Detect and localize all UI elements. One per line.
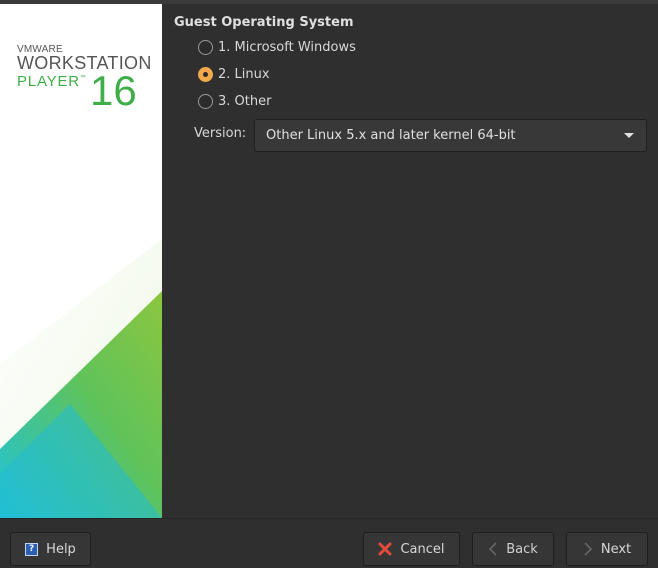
help-button[interactable]: ? Help	[10, 532, 91, 566]
radio-label: 2. Linux	[218, 66, 270, 82]
chevron-right-icon	[583, 542, 593, 556]
cancel-button[interactable]: Cancel	[363, 532, 460, 566]
bottom-button-bar: ? Help Cancel Back Next	[0, 518, 658, 568]
cancel-x-icon	[378, 542, 392, 556]
cancel-button-label: Cancel	[400, 541, 445, 557]
vmware-banner: VMWARE WORKSTATION PLAYER™ 16	[0, 4, 162, 518]
radio-label: 1. Microsoft Windows	[218, 39, 356, 55]
brand-player-label: PLAYER	[17, 73, 80, 90]
brand-version-number: 16	[90, 67, 137, 114]
radio-button[interactable]	[198, 39, 213, 55]
guest-os-panel: Guest Operating System 1. Microsoft Wind…	[162, 4, 658, 518]
version-label: Version:	[194, 126, 247, 141]
radio-option-linux[interactable]: 2. Linux	[198, 65, 270, 83]
radio-button[interactable]	[198, 93, 213, 109]
radio-button-selected[interactable]	[198, 66, 213, 82]
radio-label: 3. Other	[218, 93, 272, 109]
next-button-label: Next	[600, 541, 632, 557]
version-dropdown[interactable]: Other Linux 5.x and later kernel 64-bit	[254, 119, 647, 152]
help-button-label: Help	[46, 541, 76, 557]
help-icon: ?	[25, 542, 39, 556]
caret-down-icon	[624, 133, 634, 138]
chevron-left-icon	[488, 542, 498, 556]
version-selected-value: Other Linux 5.x and later kernel 64-bit	[266, 128, 516, 143]
back-button[interactable]: Back	[472, 532, 554, 566]
back-button-label: Back	[506, 541, 538, 557]
section-title: Guest Operating System	[174, 15, 354, 30]
brand-player-text: PLAYER™	[17, 73, 87, 90]
radio-option-windows[interactable]: 1. Microsoft Windows	[198, 38, 356, 56]
trademark-mark: ™	[79, 75, 87, 81]
radio-option-other[interactable]: 3. Other	[198, 92, 271, 110]
next-button[interactable]: Next	[566, 532, 648, 566]
